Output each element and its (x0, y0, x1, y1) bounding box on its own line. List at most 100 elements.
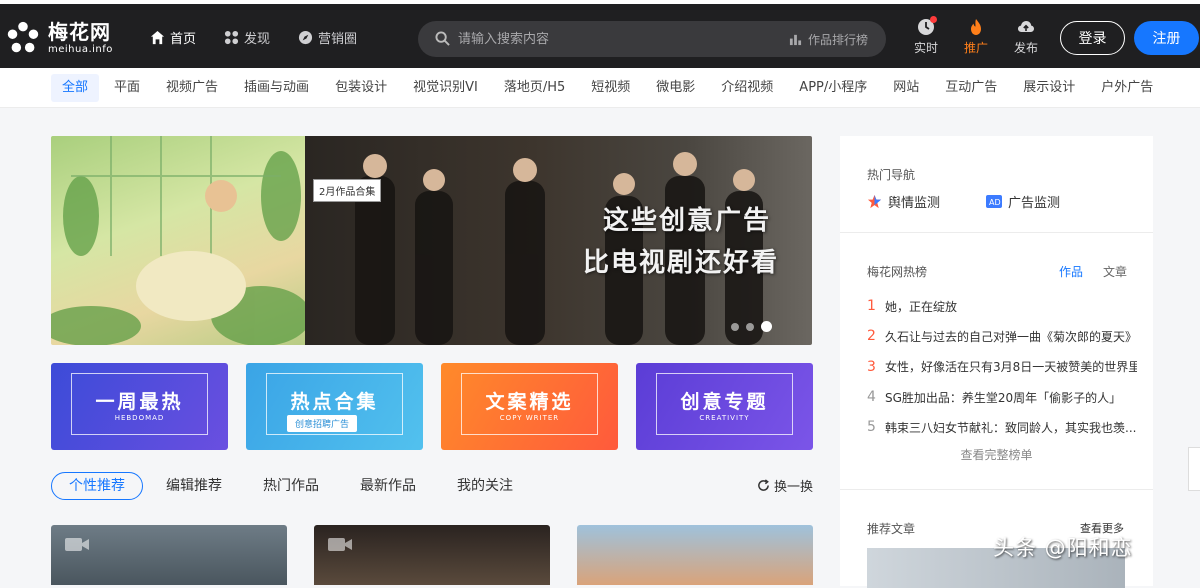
tile-title: 热点合集 (290, 391, 379, 413)
tile-pill: 创意招聘广告 (287, 415, 358, 432)
work-card[interactable] (51, 525, 287, 585)
home-icon (150, 30, 165, 45)
brand-name: 梅花网 (48, 19, 111, 44)
right-sidebar: 热门导航 舆情监测 AD 广告监测 梅花网热榜 作品 文章 1 她，正在绽放 2久… (840, 136, 1153, 588)
category-app[interactable]: APP/小程序 (788, 74, 878, 102)
banner-title-line2: 比电视剧还好看 (583, 248, 780, 278)
refresh-icon (758, 479, 769, 491)
search-input[interactable] (458, 28, 758, 50)
brand-domain: meihua.info (48, 43, 113, 55)
category-micro-film[interactable]: 微电影 (645, 74, 706, 102)
refresh-label: 换一换 (774, 480, 814, 495)
tile-title: 创意专题 (680, 391, 769, 413)
rank-tab-articles[interactable]: 文章 (1103, 263, 1127, 280)
star-icon (867, 194, 882, 209)
bar-chart-icon (789, 34, 802, 46)
tab-hot-works[interactable]: 热门作品 (245, 472, 337, 500)
site-logo[interactable]: 梅花网 meihua.info (4, 16, 116, 60)
rank-tabs: 作品 文章 (1059, 263, 1127, 280)
category-interactive[interactable]: 互动广告 (934, 74, 1008, 102)
category-short-video[interactable]: 短视频 (580, 74, 641, 102)
carousel-dot-active[interactable] (761, 321, 772, 332)
realtime-button[interactable]: 实时 (910, 16, 942, 56)
watermark: 头条 @阳和恋 (993, 536, 1133, 560)
nav-discover-label: 发现 (244, 32, 271, 47)
tile-title: 文案精选 (485, 391, 574, 413)
nav-home[interactable]: 首页 (150, 28, 196, 47)
refresh-button[interactable]: 换一换 (757, 476, 813, 495)
publish-button[interactable]: 发布 (1010, 18, 1042, 56)
category-outdoor[interactable]: 户外广告 (1090, 74, 1164, 102)
tile-subtitle: COPY WRITER (499, 414, 560, 422)
rank-number: 4 (867, 389, 876, 406)
tile-hot-collection[interactable]: 热点合集 创意招聘广告 (246, 363, 423, 450)
top-actions: 实时 推广 发布 (910, 16, 1042, 56)
nav-marketing-label: 营销圈 (318, 32, 358, 47)
banner-people-image (355, 152, 763, 345)
work-card[interactable] (314, 525, 550, 585)
top-bar: 梅花网 meihua.info 首页 发现 营销圈 作品排行榜 实时 (0, 0, 1200, 68)
work-cards (51, 525, 813, 585)
hero-banner[interactable]: 2月作品合集 这些创意广告 比电视剧还好看 (51, 136, 812, 345)
rank-list: 1 她，正在绽放 2 久石让与过去的自己对弹一曲《菊次郎的夏天》 3 女性，好像活在只… (867, 291, 1137, 442)
rank-item[interactable]: 3 女性，好像活在只有3月8日一天被赞美的世界里 (867, 352, 1137, 382)
notification-dot (930, 16, 937, 23)
rank-item[interactable]: 2 久石让与过去的自己对弹一曲《菊次郎的夏天》 (867, 321, 1137, 351)
nav-marketing-circle[interactable]: 营销圈 (298, 28, 357, 47)
rank-item[interactable]: 4 SG胜加出品：养生堂20周年「偷影子的人」 (867, 382, 1137, 412)
rank-tab-works[interactable]: 作品 (1059, 263, 1083, 280)
illustration-plants-image (51, 136, 311, 345)
rank-item-text: 韩束三八妇女节献礼：致同龄人，其实我也羡... (885, 420, 1137, 435)
tab-following[interactable]: 我的关注 (439, 472, 531, 500)
rank-item-text: SG胜加出品：养生堂20周年「偷影子的人」 (885, 390, 1122, 405)
rank-item-text: 她，正在绽放 (885, 299, 958, 314)
svg-text:AD: AD (989, 198, 1001, 207)
tab-latest-works[interactable]: 最新作品 (342, 472, 434, 500)
rank-link[interactable]: 作品排行榜 (789, 31, 868, 48)
category-video-ad[interactable]: 视频广告 (155, 74, 229, 102)
rank-link-label: 作品排行榜 (807, 33, 868, 47)
category-bar: 全部 平面 视频广告 插画与动画 包装设计 视觉识别VI 落地页/H5 短视频 … (0, 68, 1200, 108)
tile-creative-topic[interactable]: 创意专题 CREATIVITY (636, 363, 813, 450)
category-print[interactable]: 平面 (103, 74, 151, 102)
hot-nav-title: 热门导航 (867, 168, 916, 182)
hot-nav-sentiment[interactable]: 舆情监测 (867, 192, 940, 211)
category-illustration[interactable]: 插画与动画 (233, 74, 320, 102)
carousel-dots (731, 321, 772, 332)
category-landing-h5[interactable]: 落地页/H5 (493, 74, 576, 102)
nav-discover[interactable]: 发现 (224, 28, 270, 47)
tile-weekly-hot[interactable]: 一周最热 HEBDOMAD (51, 363, 228, 450)
category-list: 全部 平面 视频广告 插画与动画 包装设计 视觉识别VI 落地页/H5 短视频 … (51, 74, 1168, 102)
recommend-title: 推荐文章 (867, 522, 916, 536)
compass-icon (298, 30, 313, 45)
register-button[interactable]: 注册 (1134, 21, 1199, 55)
tab-editor-recommend[interactable]: 编辑推荐 (148, 472, 240, 500)
category-packaging[interactable]: 包装设计 (324, 74, 398, 102)
hot-nav-ad-monitor[interactable]: AD 广告监测 (986, 192, 1060, 211)
category-exhibition[interactable]: 展示设计 (1012, 74, 1086, 102)
carousel-dot[interactable] (746, 322, 754, 331)
category-all[interactable]: 全部 (51, 74, 100, 102)
search-bar: 作品排行榜 (418, 21, 886, 57)
floating-side-tab[interactable] (1188, 447, 1200, 491)
login-button[interactable]: 登录 (1060, 21, 1125, 55)
tile-copywriting[interactable]: 文案精选 COPY WRITER (441, 363, 618, 450)
category-website[interactable]: 网站 (882, 74, 930, 102)
rank-item[interactable]: 1 她，正在绽放 (867, 291, 1137, 321)
ad-icon: AD (986, 195, 1003, 208)
realtime-label: 实时 (913, 41, 938, 55)
promote-label: 推广 (963, 41, 988, 55)
video-icon (65, 538, 89, 551)
tile-subtitle: HEBDOMAD (114, 414, 165, 422)
full-list-link[interactable]: 查看完整榜单 (840, 446, 1153, 463)
tile-title: 一周最热 (95, 391, 184, 413)
work-card[interactable] (577, 525, 813, 585)
promote-button[interactable]: 推广 (960, 18, 992, 56)
category-intro-video[interactable]: 介绍视频 (710, 74, 784, 102)
hot-nav-section: 热门导航 舆情监测 AD 广告监测 (840, 136, 1153, 233)
carousel-dot[interactable] (731, 322, 739, 331)
rank-item[interactable]: 5 韩束三八妇女节献礼：致同龄人，其实我也羡... (867, 412, 1137, 442)
category-vi[interactable]: 视觉识别VI (402, 74, 489, 102)
rank-title: 梅花网热榜 (867, 265, 928, 279)
tab-personal-recommend[interactable]: 个性推荐 (51, 472, 143, 500)
